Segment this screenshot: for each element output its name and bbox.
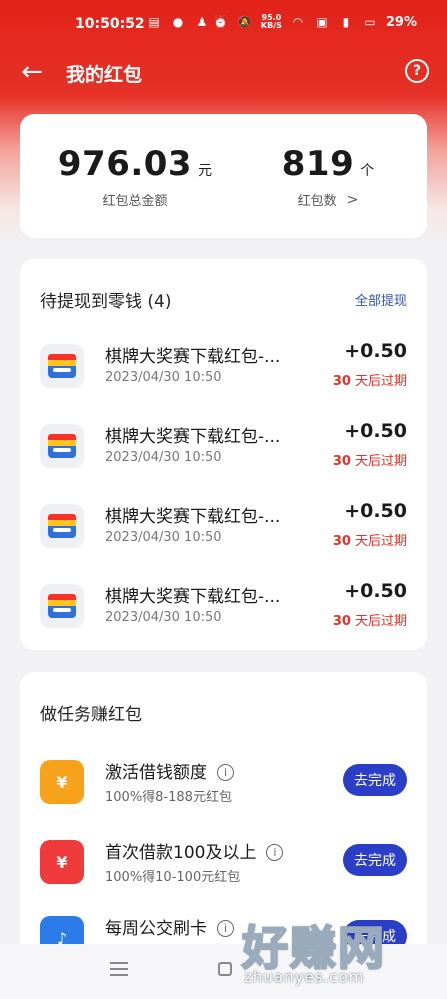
total-amount-value: 976.03 <box>57 144 193 184</box>
pending-item-date: 2023/04/30 10:50 <box>105 610 222 625</box>
system-icons: ⏰ 🔕 95.0 KB/S ◠ ▣ ▮ ▭ 29% <box>213 14 417 30</box>
mute-icon: 🔕 <box>237 15 253 29</box>
tasks-section-title: 做任务赚红包 <box>40 705 142 725</box>
total-amount-block: 976.03 元 红包总金额 <box>50 144 220 209</box>
back-button[interactable]: ← <box>18 58 46 86</box>
task-title: 激活借钱额度 i <box>105 758 234 783</box>
withdraw-all-link[interactable]: 全部提现 <box>355 290 407 309</box>
info-icon[interactable]: i <box>217 920 234 937</box>
pending-item-date: 2023/04/30 10:50 <box>105 530 222 545</box>
page-header: ← 我的红包 ? <box>0 52 447 94</box>
pending-item-amount: +0.50 <box>344 580 407 602</box>
wifi-icon: ◠ <box>293 15 303 29</box>
pending-item-date: 2023/04/30 10:50 <box>105 450 222 465</box>
pending-item[interactable]: 棋牌大奖赛下载红包-... 2023/04/30 10:50 +0.50 30 天… <box>40 336 407 396</box>
go-complete-button[interactable]: 去完成 <box>343 764 407 796</box>
task-title: 每周公交刷卡 i <box>105 914 234 939</box>
expiry-text: 天后过期 <box>354 374 407 389</box>
task-icon-glyph: ¥ <box>56 852 68 872</box>
info-icon[interactable]: i <box>217 764 234 781</box>
pending-withdraw-card: 待提现到零钱 (4) 全部提现 棋牌大奖赛下载红包-... 2023/04/30… <box>20 259 427 650</box>
task-title-text: 每周公交刷卡 <box>105 919 207 939</box>
task-icon-glyph: ¥ <box>56 772 68 792</box>
total-amount-label: 红包总金额 <box>102 194 168 209</box>
wallet-icon <box>40 504 84 548</box>
pending-item-title: 棋牌大奖赛下载红包-... <box>105 427 281 447</box>
menu-icon[interactable] <box>110 962 128 976</box>
pending-item[interactable]: 棋牌大奖赛下载红包-... 2023/04/30 10:50 +0.50 30 天… <box>40 416 407 476</box>
status-bar: 10:50:52 ▤ ● ♟ ⏰ 🔕 95.0 KB/S ◠ ▣ ▮ ▭ 29% <box>0 0 447 52</box>
yuan-coin-icon: ¥ <box>40 760 84 804</box>
summary-card: 976.03 元 红包总金额 819 个 红包数 > <box>20 114 427 238</box>
pending-item-expiry: 30 天后过期 <box>333 370 407 389</box>
wallet-icon <box>40 584 84 628</box>
info-icon[interactable]: i <box>266 844 284 861</box>
pending-item-date: 2023/04/30 10:50 <box>105 370 222 385</box>
expiry-days: 30 <box>332 614 351 629</box>
pending-item-amount: +0.50 <box>344 420 407 442</box>
red-packet-count-label: 红包数 <box>297 194 337 209</box>
wallet-icon <box>40 424 84 468</box>
question-icon: ? <box>412 63 422 79</box>
pending-item[interactable]: 棋牌大奖赛下载红包-... 2023/04/30 10:50 +0.50 30 天… <box>40 576 407 636</box>
wechat-icon: ● <box>172 15 184 29</box>
money-bag-icon: ¥ <box>40 840 84 884</box>
pending-item[interactable]: 棋牌大奖赛下载红包-... 2023/04/30 10:50 +0.50 30 天… <box>40 496 407 556</box>
wallet-icon <box>40 344 84 388</box>
go-complete-button[interactable]: 去完成 <box>343 844 407 876</box>
pending-item-title: 棋牌大奖赛下载红包-... <box>105 347 281 367</box>
pending-item-amount: +0.50 <box>344 340 407 362</box>
signal-icon: ▮ <box>342 15 350 29</box>
expiry-days: 30 <box>332 374 351 389</box>
status-time: 10:50:52 <box>75 16 145 32</box>
network-speed-unit: KB/S <box>260 21 282 30</box>
task-item: ¥ 首次借款100及以上 i 100%得10-100元红包 去完成 <box>40 836 407 892</box>
pending-item-expiry: 30 天后过期 <box>333 530 407 549</box>
expiry-days: 30 <box>332 534 351 549</box>
home-icon[interactable] <box>218 962 232 976</box>
pending-item-expiry: 30 天后过期 <box>333 450 407 469</box>
expiry-text: 天后过期 <box>354 454 407 469</box>
help-button[interactable]: ? <box>405 59 429 83</box>
task-title: 首次借款100及以上 i <box>105 838 284 863</box>
pending-section-title: 待提现到零钱 (4) <box>40 292 172 312</box>
expiry-days: 30 <box>332 454 351 469</box>
task-title-text: 激活借钱额度 <box>105 763 207 783</box>
pending-item-amount: +0.50 <box>344 500 407 522</box>
red-packet-count-block[interactable]: 819 个 红包数 > <box>248 144 408 209</box>
task-subtitle: 100%得10-100元红包 <box>105 870 241 885</box>
pending-item-expiry: 30 天后过期 <box>333 610 407 629</box>
site-watermark: 好赚网 zhuanyes.com <box>241 912 442 992</box>
page-title: 我的红包 <box>66 64 143 86</box>
task-subtitle: 100%得8-188元红包 <box>105 790 232 805</box>
battery-level: 29% <box>385 14 417 30</box>
notification-icons: ▤ ● ♟ <box>146 14 210 30</box>
expiry-text: 天后过期 <box>354 614 407 629</box>
arrow-left-icon: ← <box>21 57 43 87</box>
watermark-url: zhuanyes.com <box>244 968 365 986</box>
network-speed: 95.0 KB/S <box>261 14 282 30</box>
total-amount-unit: 元 <box>198 163 213 179</box>
red-packet-count-value: 819 <box>281 144 355 184</box>
battery-icon: ▭ <box>364 15 376 29</box>
alarm-icon: ⏰ <box>213 15 229 29</box>
pending-item-title: 棋牌大奖赛下载红包-... <box>105 507 281 527</box>
task-item: ¥ 激活借钱额度 i 100%得8-188元红包 去完成 <box>40 756 407 812</box>
chevron-right-icon: > <box>346 191 359 208</box>
hd-icon: ▣ <box>316 15 328 29</box>
red-packet-count-unit: 个 <box>360 163 375 179</box>
pending-item-title: 棋牌大奖赛下载红包-... <box>105 587 281 607</box>
qq-icon: ♟ <box>196 15 208 29</box>
expiry-text: 天后过期 <box>354 534 407 549</box>
news-app-icon: ▤ <box>148 15 160 29</box>
task-title-text: 首次借款100及以上 <box>105 843 257 863</box>
